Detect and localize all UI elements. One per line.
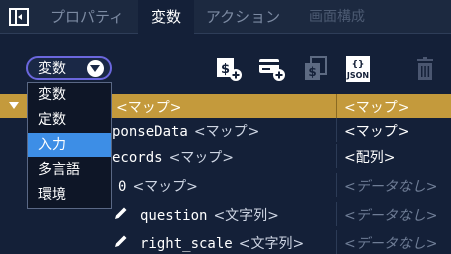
scope-dropdown-menu: 変数 定数 入力 多言語 環境 — [27, 82, 112, 209]
tree-row-key: ecords — [112, 150, 163, 166]
tree-row-type: <文字列> — [238, 236, 305, 252]
dropdown-option-constants[interactable]: 定数 — [28, 108, 111, 132]
column-divider — [336, 118, 337, 142]
tree-row-key: question — [140, 208, 208, 224]
tree-row-type: <マップ> — [168, 150, 235, 166]
collapse-triangle-icon[interactable] — [9, 102, 19, 109]
tab-actions[interactable]: アクション — [196, 0, 290, 34]
tree-row-type: <マップ> — [116, 100, 182, 116]
column-divider — [336, 202, 337, 226]
tab-bar: プロパティ 変数 アクション 画面構成 — [0, 0, 451, 34]
tree-row-key: 0 — [118, 179, 127, 195]
trash-icon[interactable] — [414, 56, 442, 82]
tree-row-value: <データなし> — [344, 208, 438, 224]
svg-text:$: $ — [308, 65, 316, 79]
column-divider — [336, 173, 337, 197]
scope-select[interactable]: 変数 — [26, 56, 112, 80]
tree-row-key: right_scale — [140, 236, 233, 252]
tree-row[interactable]: right_scale <文字列> <データなし> — [0, 230, 451, 254]
tree-row-key: ponseData — [112, 124, 188, 140]
json-icon[interactable]: {} JSON — [345, 56, 373, 82]
column-divider — [336, 144, 337, 168]
pencil-icon — [115, 207, 127, 219]
tab-screen-layout[interactable]: 画面構成 — [296, 0, 378, 34]
tree-row-type: <文字列> — [213, 208, 279, 224]
column-divider — [336, 94, 337, 118]
json-braces: {} — [352, 60, 365, 70]
pencil-icon — [115, 235, 127, 247]
dropdown-option-multilingual[interactable]: 多言語 — [28, 158, 111, 182]
tab-properties[interactable]: プロパティ — [44, 0, 130, 34]
dropdown-option-input[interactable]: 入力 — [28, 133, 111, 157]
chevron-down-icon — [87, 60, 104, 77]
copy-dollar-icon[interactable]: $ — [302, 56, 330, 82]
add-dollar-icon[interactable]: $ — [216, 56, 244, 82]
scope-select-value: 変数 — [38, 61, 66, 77]
column-divider — [336, 230, 337, 254]
add-card-icon[interactable] — [258, 56, 286, 82]
tree-row-type: <マップ> — [193, 124, 260, 140]
panel-toggle-icon[interactable] — [9, 8, 29, 26]
dropdown-option-variables[interactable]: 変数 — [28, 83, 111, 107]
tree-row-value: <配列> — [344, 150, 396, 166]
tree-row-value: <データなし> — [344, 236, 438, 252]
tree-row-value: <データなし> — [344, 179, 438, 195]
tree-row-value: <マップ> — [344, 100, 410, 116]
dropdown-option-environment[interactable]: 環境 — [28, 183, 111, 207]
tree-row-type: <マップ> — [132, 179, 198, 195]
tree-row-value: <マップ> — [344, 124, 410, 140]
tab-variables[interactable]: 変数 — [138, 0, 194, 34]
json-text: JSON — [346, 71, 369, 80]
svg-text:$: $ — [221, 62, 230, 77]
